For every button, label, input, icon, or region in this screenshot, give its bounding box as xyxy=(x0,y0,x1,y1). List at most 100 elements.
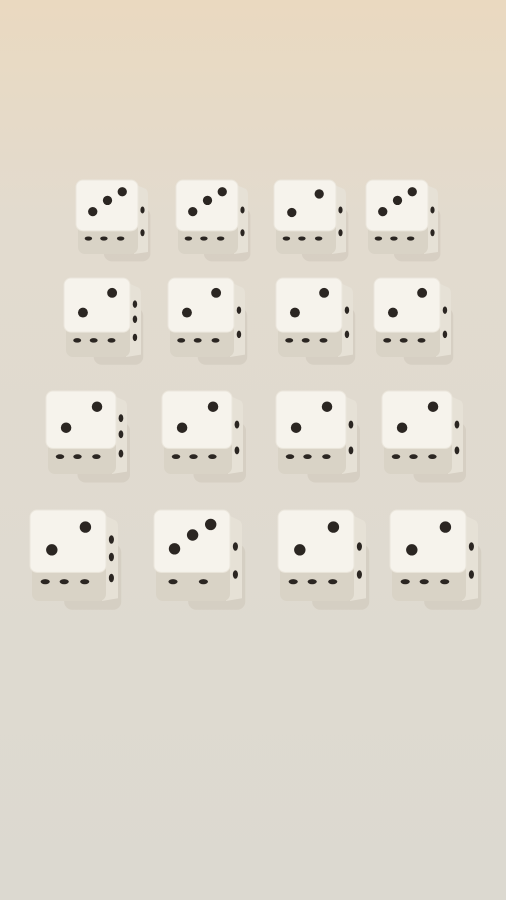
die-pip xyxy=(307,579,317,585)
die[interactable] xyxy=(161,390,259,486)
die-pip xyxy=(234,446,240,455)
die-pip xyxy=(319,287,330,298)
die-pip xyxy=(282,236,291,241)
die-pip xyxy=(204,518,217,531)
die-pip xyxy=(200,236,208,241)
die-pip xyxy=(59,579,69,585)
die-pip xyxy=(468,542,474,551)
die[interactable] xyxy=(153,509,258,613)
die-pip xyxy=(236,330,242,339)
die-pip xyxy=(208,454,217,460)
die-top-face xyxy=(277,509,355,573)
die-pip xyxy=(80,579,90,585)
die-pip xyxy=(294,544,306,556)
die-pip xyxy=(287,207,297,218)
die[interactable] xyxy=(275,277,369,369)
die-pip xyxy=(356,570,362,579)
die[interactable] xyxy=(373,277,467,369)
die[interactable] xyxy=(63,277,157,369)
die-pip xyxy=(407,187,417,197)
die[interactable] xyxy=(277,509,382,613)
die-pip xyxy=(439,521,452,533)
die-pip xyxy=(348,420,354,429)
die-pip xyxy=(344,306,350,314)
die-pip xyxy=(428,454,437,460)
die-pip xyxy=(406,544,418,556)
die-pip xyxy=(46,544,58,556)
die-pip xyxy=(442,306,448,314)
die-top-face xyxy=(161,390,233,449)
die-pip xyxy=(60,422,72,433)
die-pip xyxy=(285,338,294,343)
die-pip xyxy=(107,338,116,343)
die[interactable] xyxy=(45,390,143,486)
die-pip xyxy=(89,338,98,343)
die[interactable] xyxy=(275,390,373,486)
die-pip xyxy=(92,454,101,460)
die-pip xyxy=(290,422,302,433)
die-pip xyxy=(117,187,127,197)
die-pip xyxy=(79,521,92,533)
die[interactable] xyxy=(389,509,494,613)
die-pip xyxy=(240,229,245,237)
die-pip xyxy=(430,229,435,237)
die-pip xyxy=(285,454,295,460)
die-pip xyxy=(140,229,145,237)
die-pip xyxy=(186,529,199,541)
die[interactable] xyxy=(75,179,164,266)
die[interactable] xyxy=(365,179,454,266)
die-top-face xyxy=(153,509,231,573)
die-top-face xyxy=(381,390,453,449)
die-top-face xyxy=(45,390,117,449)
die-pip xyxy=(88,206,98,217)
die-pip xyxy=(91,401,103,412)
die-pip xyxy=(100,236,108,241)
die-pip xyxy=(391,454,401,460)
die[interactable] xyxy=(175,179,264,266)
die-pip xyxy=(298,236,306,241)
die-pip xyxy=(430,206,435,214)
die-pip xyxy=(168,543,181,555)
die-pip xyxy=(176,422,188,433)
die-pip xyxy=(417,287,428,298)
die-pip xyxy=(171,454,181,460)
die-top-face xyxy=(167,277,235,333)
die-pip xyxy=(108,535,114,544)
die-pip xyxy=(396,422,408,433)
die-pip xyxy=(202,195,213,206)
die-pip xyxy=(132,315,138,323)
die-pip xyxy=(168,579,178,585)
die-pip xyxy=(240,206,245,214)
die-pip xyxy=(73,338,82,343)
die-top-face xyxy=(365,179,429,232)
die-top-face xyxy=(273,179,337,232)
die-pip xyxy=(406,236,415,241)
die-pip xyxy=(468,570,474,579)
die-pip xyxy=(132,333,138,342)
die-pip xyxy=(314,236,323,241)
die-pip xyxy=(440,579,450,585)
die-pip xyxy=(193,338,202,343)
die-top-face xyxy=(175,179,239,232)
die-pip xyxy=(217,187,227,197)
die[interactable] xyxy=(273,179,362,266)
die-pip xyxy=(322,454,331,460)
die-pip xyxy=(232,542,238,551)
die-pip xyxy=(314,189,324,199)
die-pip xyxy=(417,338,426,343)
die-pip xyxy=(118,449,124,458)
die-pip xyxy=(216,236,225,241)
die-top-face xyxy=(275,277,343,333)
die[interactable] xyxy=(29,509,134,613)
die-pip xyxy=(409,454,418,460)
die[interactable] xyxy=(381,390,479,486)
die-pip xyxy=(319,338,328,343)
die-pip xyxy=(107,287,118,298)
die-pip xyxy=(288,579,298,585)
die-pip xyxy=(338,229,343,237)
die-pip xyxy=(108,552,114,562)
die-pip xyxy=(392,195,403,206)
die-pip xyxy=(177,338,186,343)
die-pip xyxy=(189,454,198,460)
die[interactable] xyxy=(167,277,261,369)
